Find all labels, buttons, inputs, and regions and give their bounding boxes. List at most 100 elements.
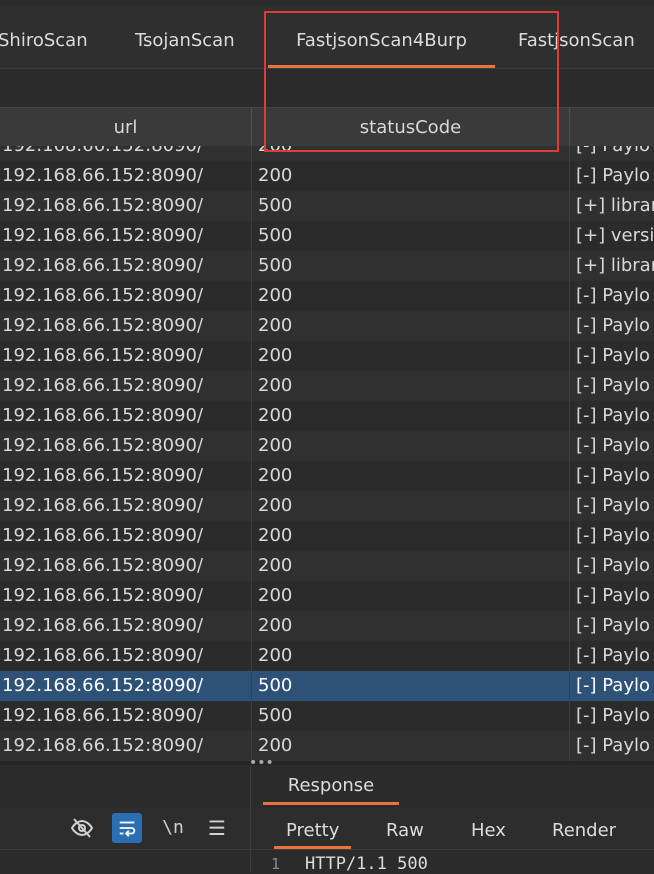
response-pane: Response Pretty Raw Hex Render 1 HTTP/1.… — [251, 765, 654, 874]
tab-response[interactable]: Response — [263, 765, 399, 805]
table-row[interactable]: 192.168.66.152:8090/200 [-] Paylo — [0, 341, 654, 371]
result-cell: [-] Paylo — [576, 585, 651, 606]
result-cell: [-] Paylo — [576, 405, 651, 426]
tab-pretty[interactable]: Pretty — [274, 807, 352, 849]
url-cell: 192.168.66.152:8090/ — [2, 375, 204, 396]
result-cell: [-] Paylo — [576, 146, 654, 161]
status-code-cell: 200 — [258, 615, 293, 636]
table-row[interactable]: 192.168.66.152:8090/200 [-] Paylo — [0, 401, 654, 431]
result-cell: [-] Paylo — [576, 735, 651, 756]
table-row[interactable]: 192.168.66.152:8090/200 [-] Paylo — [0, 146, 654, 161]
extension-tab-bar: ShiroScan TsojanScan FastjsonScan4Burp F… — [0, 6, 654, 69]
table-row[interactable]: 192.168.66.152:8090/200 [-] Paylo — [0, 641, 654, 671]
status-code-cell: 500 — [258, 675, 293, 696]
result-cell: [-] Paylo — [576, 615, 651, 636]
url-cell: 192.168.66.152:8090/ — [2, 255, 204, 276]
tab-shiroscan[interactable]: ShiroScan — [0, 6, 88, 68]
result-cell: [-] Paylo — [576, 465, 651, 486]
url-cell: 192.168.66.152:8090/ — [2, 146, 248, 161]
url-cell: 192.168.66.152:8090/ — [2, 405, 204, 426]
result-cell: [-] Paylo — [576, 495, 651, 516]
wrap-icon[interactable] — [112, 813, 142, 843]
status-code-cell: 200 — [258, 585, 293, 606]
tab-label: FastjsonScan — [518, 30, 635, 51]
table-row[interactable]: 192.168.66.152:8090/200 [-] Paylo — [0, 491, 654, 521]
eye-off-icon[interactable] — [67, 813, 97, 843]
table-row[interactable]: 192.168.66.152:8090/200 [-] Paylo — [0, 611, 654, 641]
response-title: Response — [287, 775, 375, 796]
status-code-cell: 200 — [258, 465, 293, 486]
table-row[interactable]: 192.168.66.152:8090/200 [-] Paylo — [0, 551, 654, 581]
column-divider — [251, 146, 252, 761]
column-header-url[interactable]: url — [0, 108, 252, 146]
tab-fastjsonscan[interactable]: FastjsonScan — [518, 6, 635, 68]
response-view-tabs: Pretty Raw Hex Render — [251, 807, 654, 850]
table-row[interactable]: 192.168.66.152:8090/200 [-] Paylo — [0, 431, 654, 461]
table-row[interactable]: 192.168.66.152:8090/200 [-] Paylo — [0, 521, 654, 551]
newline-icon[interactable]: \n — [158, 813, 188, 843]
column-header-statuscode[interactable]: statusCode — [252, 108, 570, 146]
tab-tsojanscan[interactable]: TsojanScan — [135, 6, 235, 68]
result-cell: [-] Paylo — [576, 375, 651, 396]
url-cell: 192.168.66.152:8090/ — [2, 675, 204, 696]
status-code-cell: 500 — [258, 195, 293, 216]
status-code-cell: 200 — [258, 146, 558, 161]
request-toolbar: \n ☰ — [0, 807, 250, 850]
result-cell: [-] Paylo — [576, 435, 651, 456]
url-cell: 192.168.66.152:8090/ — [2, 165, 204, 186]
view-tab-label: Pretty — [286, 820, 340, 841]
result-cell: [-] Paylo — [576, 345, 651, 366]
table-row[interactable]: 192.168.66.152:8090/500 [-] Paylo — [0, 701, 654, 731]
view-tab-label: Render — [552, 820, 617, 841]
status-code-cell: 500 — [258, 225, 293, 246]
tab-hex[interactable]: Hex — [471, 807, 506, 849]
url-cell: 192.168.66.152:8090/ — [2, 195, 204, 216]
results-table-body[interactable]: 192.168.66.152:8090/200 [-] Paylo 192.168.… — [0, 146, 654, 761]
table-row[interactable]: 192.168.66.152:8090/500 [+] librar — [0, 191, 654, 221]
column-divider — [569, 146, 570, 761]
table-row[interactable]: 192.168.66.152:8090/200 [-] Paylo — [0, 161, 654, 191]
status-code-cell: 200 — [258, 495, 293, 516]
result-cell: [+] librar — [576, 195, 654, 216]
result-cell: [+] librar — [576, 255, 654, 276]
status-code-cell: 200 — [258, 345, 293, 366]
results-table-header: url statusCode — [0, 107, 654, 147]
table-row[interactable]: 192.168.66.152:8090/500 [+] librar — [0, 251, 654, 281]
table-row[interactable]: 192.168.66.152:8090/200 [-] Paylo — [0, 371, 654, 401]
response-code-line[interactable]: 1 HTTP/1.1 500 — [251, 851, 654, 874]
table-row[interactable]: 192.168.66.152:8090/500 [-] Paylo — [0, 671, 654, 701]
active-view-indicator — [274, 846, 352, 849]
url-cell: 192.168.66.152:8090/ — [2, 735, 204, 756]
active-tab-indicator — [263, 802, 399, 805]
status-code-cell: 200 — [258, 735, 293, 756]
column-header-extra[interactable] — [570, 108, 654, 146]
url-cell: 192.168.66.152:8090/ — [2, 495, 204, 516]
url-cell: 192.168.66.152:8090/ — [2, 435, 204, 456]
result-cell: [+] versi — [576, 225, 654, 246]
status-code-cell: 200 — [258, 165, 293, 186]
table-row[interactable]: 192.168.66.152:8090/200 [-] Paylo — [0, 311, 654, 341]
tab-raw[interactable]: Raw — [386, 807, 424, 849]
table-row[interactable]: 192.168.66.152:8090/200 [-] Paylo — [0, 731, 654, 761]
view-tab-label: Raw — [386, 820, 424, 841]
table-row[interactable]: 192.168.66.152:8090/200 [-] Paylo — [0, 581, 654, 611]
result-cell: [-] Paylo — [576, 705, 651, 726]
status-code-cell: 200 — [258, 405, 293, 426]
result-cell: [-] Paylo — [576, 645, 651, 666]
menu-icon[interactable]: ☰ — [202, 813, 232, 843]
tab-label: TsojanScan — [135, 30, 235, 51]
table-row[interactable]: 192.168.66.152:8090/200 [-] Paylo — [0, 281, 654, 311]
url-cell: 192.168.66.152:8090/ — [2, 705, 204, 726]
response-status-line: HTTP/1.1 500 — [305, 854, 428, 874]
url-cell: 192.168.66.152:8090/ — [2, 525, 204, 546]
status-code-cell: 200 — [258, 435, 293, 456]
url-cell: 192.168.66.152:8090/ — [2, 225, 204, 246]
url-cell: 192.168.66.152:8090/ — [2, 465, 204, 486]
tab-render[interactable]: Render — [552, 807, 616, 849]
newline-label: \n — [162, 817, 184, 838]
table-row[interactable]: 192.168.66.152:8090/500 [+] versi — [0, 221, 654, 251]
url-cell: 192.168.66.152:8090/ — [2, 315, 204, 336]
table-row[interactable]: 192.168.66.152:8090/200 [-] Paylo — [0, 461, 654, 491]
tab-fastjsonscan4burp[interactable]: FastjsonScan4Burp — [268, 6, 495, 68]
url-cell: 192.168.66.152:8090/ — [2, 285, 204, 306]
